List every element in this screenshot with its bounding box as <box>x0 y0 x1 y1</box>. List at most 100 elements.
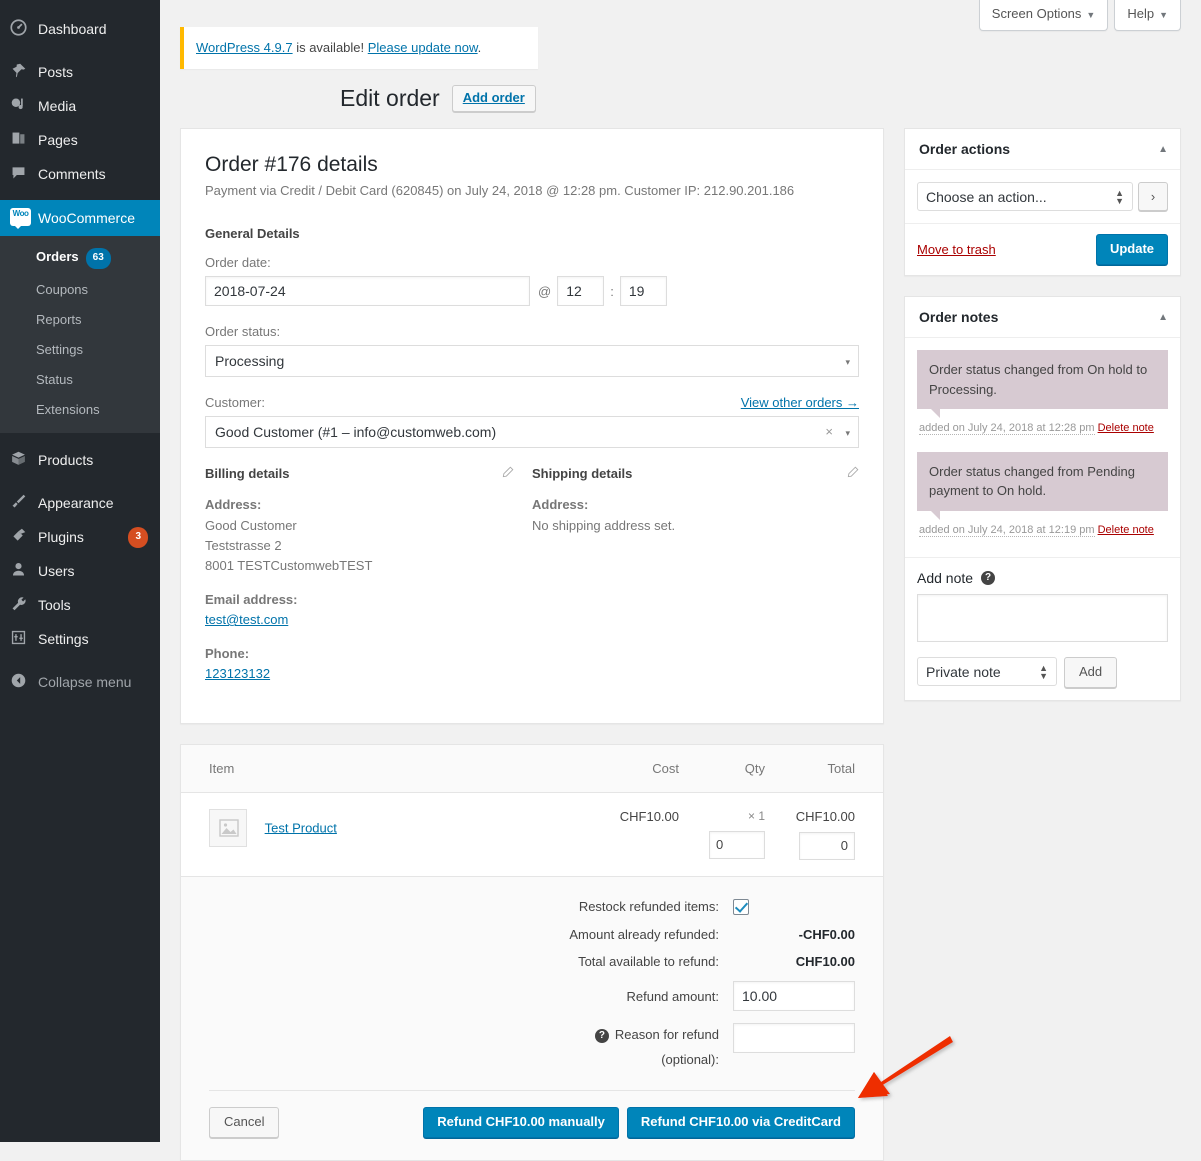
help-button[interactable]: Help▼ <box>1114 0 1181 31</box>
sidebar-item-woocommerce[interactable]: Woo WooCommerce <box>0 200 160 236</box>
refund-manually-button[interactable]: Refund CHF10.00 manually <box>423 1107 619 1138</box>
sidebar-item-extensions[interactable]: Extensions <box>0 395 160 425</box>
wordpress-version-link[interactable]: WordPress 4.9.7 <box>196 40 293 55</box>
refund-qty-input[interactable] <box>709 831 765 859</box>
order-date-row: @ : <box>205 276 859 306</box>
main-content: Screen Options▼ Help▼ WordPress 4.9.7 is… <box>160 0 1201 1142</box>
refund-reason-label-line2: (optional): <box>661 1052 719 1067</box>
page-header: Edit order Add order <box>340 84 536 113</box>
sidebar-item-reports[interactable]: Reports <box>0 305 160 335</box>
update-notice: WordPress 4.9.7 is available! Please upd… <box>180 27 538 69</box>
sidebar-item-pages[interactable]: Pages <box>0 123 160 157</box>
shipping-address-value: No shipping address set. <box>532 518 675 533</box>
sidebar-item-products[interactable]: Products <box>0 443 160 477</box>
products-icon <box>10 450 38 470</box>
add-note-button[interactable]: Add <box>1064 657 1117 688</box>
sidebar-item-plugins[interactable]: Plugins 3 <box>0 520 160 554</box>
cell-cost: CHF10.00 <box>599 792 691 876</box>
admin-sidebar: Dashboard Posts Media Pages Comments Woo… <box>0 0 160 1142</box>
screen-meta-links: Screen Options▼ Help▼ <box>979 0 1181 31</box>
sidebar-item-status[interactable]: Status <box>0 365 160 395</box>
add-note-textarea[interactable] <box>917 594 1168 642</box>
sidebar-item-label: Tools <box>38 596 160 614</box>
order-actions-header: Order actions ▲ <box>905 129 1180 170</box>
sidebar-item-posts[interactable]: Posts <box>0 55 160 89</box>
help-tip-icon[interactable]: ? <box>981 571 995 585</box>
add-order-button[interactable]: Add order <box>452 85 536 112</box>
sidebar-item-dashboard[interactable]: Dashboard <box>0 12 160 46</box>
refund-via-gateway-button[interactable]: Refund CHF10.00 via CreditCard <box>627 1107 855 1138</box>
sidebar-divider <box>0 191 160 200</box>
close-icon[interactable]: × <box>825 424 833 439</box>
media-icon <box>10 96 38 116</box>
col-cost: Cost <box>599 745 691 793</box>
available-refund-row: Total available to refund: CHF10.00 <box>209 954 855 969</box>
available-refund-value: CHF10.00 <box>733 954 855 969</box>
sidebar-item-media[interactable]: Media <box>0 89 160 123</box>
customer-select[interactable]: Good Customer (#1 – info@customweb.com) … <box>205 416 859 448</box>
order-minute-input[interactable] <box>620 276 667 306</box>
billing-email-link[interactable]: test@test.com <box>205 612 288 627</box>
refund-amount-row: Refund amount: <box>209 981 855 1011</box>
edit-shipping-pencil-icon[interactable] <box>846 466 859 482</box>
update-button[interactable]: Update <box>1096 234 1168 265</box>
sidebar-item-label: Coupons <box>36 282 88 297</box>
order-date-input[interactable] <box>205 276 530 306</box>
order-hour-input[interactable] <box>557 276 604 306</box>
select-spinner-icon: ▲▼ <box>1115 189 1124 205</box>
billing-phone-link[interactable]: 123123132 <box>205 666 270 681</box>
toggle-panel-icon[interactable]: ▲ <box>1158 312 1168 323</box>
notice-end-text: . <box>478 40 482 55</box>
help-tip-icon[interactable]: ? <box>595 1029 609 1043</box>
delete-note-link[interactable]: Delete note <box>1098 524 1154 536</box>
col-qty: Qty <box>691 745 777 793</box>
sidebar-divider <box>0 477 160 486</box>
note-type-value: Private note <box>926 664 1001 680</box>
add-note-section: Add note ? Private note ▲▼ Add <box>905 557 1180 700</box>
billing-details-heading: Billing details <box>205 466 512 481</box>
refund-amount-input[interactable] <box>733 981 855 1011</box>
toggle-panel-icon[interactable]: ▲ <box>1158 144 1168 155</box>
sidebar-item-appearance[interactable]: Appearance <box>0 486 160 520</box>
order-action-select[interactable]: Choose an action... ▲▼ <box>917 182 1133 211</box>
order-status-select-wrap: Processing ▾ <box>205 345 859 377</box>
brush-icon <box>10 493 38 513</box>
order-notes-heading: Order notes <box>919 309 998 325</box>
general-details-heading: General Details <box>205 226 859 241</box>
refund-total-input[interactable] <box>799 832 855 860</box>
sidebar-item-orders[interactable]: Orders63 <box>0 242 160 275</box>
refund-reason-input[interactable] <box>733 1023 855 1053</box>
edit-billing-pencil-icon[interactable] <box>501 466 514 482</box>
sidebar-item-coupons[interactable]: Coupons <box>0 275 160 305</box>
sidebar-item-users[interactable]: Users <box>0 554 160 588</box>
comments-icon <box>10 164 38 184</box>
restock-checkbox[interactable] <box>733 899 749 915</box>
plugins-count-badge: 3 <box>128 527 148 548</box>
view-other-orders-link[interactable]: View other orders → <box>741 395 859 410</box>
order-actions-heading: Order actions <box>919 141 1010 157</box>
screen-options-button[interactable]: Screen Options▼ <box>979 0 1109 31</box>
sidebar-item-settings[interactable]: Settings <box>0 622 160 656</box>
sidebar-item-label: WooCommerce <box>38 209 160 227</box>
move-to-trash-link[interactable]: Move to trash <box>917 242 996 257</box>
delete-note-link[interactable]: Delete note <box>1098 422 1154 434</box>
shipping-address-label: Address: <box>532 497 588 512</box>
order-status-select[interactable]: Processing ▾ <box>205 345 859 377</box>
apply-action-button[interactable]: › <box>1138 182 1168 211</box>
chevron-down-icon: ▼ <box>1159 10 1168 20</box>
order-actions-footer: Move to trash Update <box>905 223 1180 275</box>
cancel-button[interactable]: Cancel <box>209 1107 279 1138</box>
items-header-row: Item Cost Qty Total <box>181 745 883 793</box>
woocommerce-icon: Woo <box>10 208 38 229</box>
sidebar-item-collapse-menu[interactable]: Collapse menu <box>0 665 160 699</box>
sidebar-item-comments[interactable]: Comments <box>0 157 160 191</box>
update-now-link[interactable]: Please update now <box>368 40 478 55</box>
chevron-down-icon: ▾ <box>845 428 850 439</box>
already-refunded-value: -CHF0.00 <box>733 927 855 942</box>
billing-address-label: Address: <box>205 497 261 512</box>
sidebar-item-wc-settings[interactable]: Settings <box>0 335 160 365</box>
settings-icon <box>10 629 38 649</box>
product-name-link[interactable]: Test Product <box>265 820 337 835</box>
sidebar-item-tools[interactable]: Tools <box>0 588 160 622</box>
note-type-select[interactable]: Private note ▲▼ <box>917 657 1057 686</box>
